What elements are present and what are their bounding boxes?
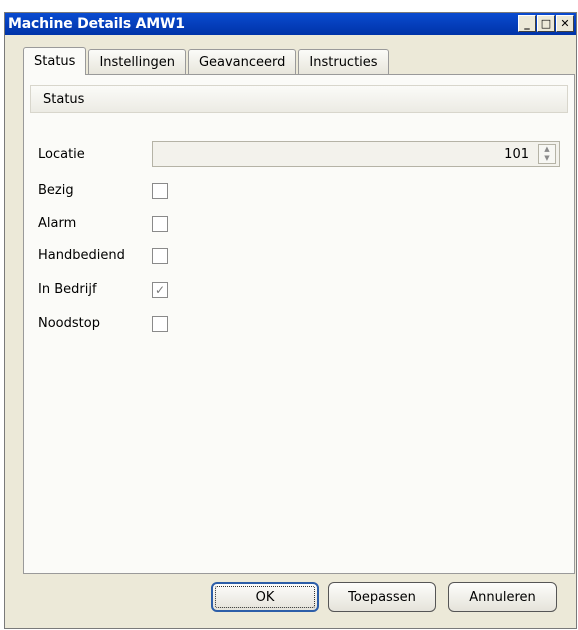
machine-details-window: Machine Details AMW1 _ □ ✕ Status Instel… [4, 12, 577, 629]
locatie-value: 101 [504, 146, 529, 162]
handbediend-checkbox[interactable] [152, 248, 168, 264]
title-bar[interactable]: Machine Details AMW1 _ □ ✕ [5, 13, 576, 35]
minimize-icon: _ [524, 17, 530, 30]
spin-up-icon[interactable]: ▲ [539, 145, 555, 154]
annuleren-button[interactable]: Annuleren [448, 582, 557, 612]
checkmark-icon: ✓ [154, 283, 166, 297]
maximize-icon: □ [540, 17, 552, 30]
locatie-label: Locatie [38, 147, 85, 162]
toepassen-button[interactable]: Toepassen [328, 582, 436, 612]
tab-instellingen[interactable]: Instellingen [88, 49, 186, 74]
noodstop-checkbox[interactable] [152, 316, 168, 332]
tab-geavanceerd[interactable]: Geavanceerd [187, 49, 297, 74]
minimize-button[interactable]: _ [518, 15, 536, 32]
alarm-label: Alarm [38, 216, 77, 231]
locatie-field[interactable]: 101 ▲ ▼ [152, 141, 560, 167]
in-bedrijf-checkbox[interactable]: ✓ [152, 282, 168, 298]
handbediend-label: Handbediend [38, 248, 125, 263]
close-button[interactable]: ✕ [556, 15, 574, 32]
locatie-spinner[interactable]: ▲ ▼ [538, 144, 556, 164]
window-title: Machine Details AMW1 [8, 16, 185, 32]
tab-strip: Status Instellingen Geavanceerd Instruct… [23, 47, 391, 75]
bezig-label: Bezig [38, 183, 74, 198]
tab-status[interactable]: Status [23, 47, 87, 75]
maximize-button[interactable]: □ [537, 15, 555, 32]
spin-down-icon[interactable]: ▼ [539, 154, 555, 163]
group-header-status: Status [30, 85, 568, 113]
noodstop-label: Noodstop [38, 316, 100, 331]
in-bedrijf-label: In Bedrijf [38, 282, 97, 297]
window-controls: _ □ ✕ [518, 15, 574, 32]
tab-instructies[interactable]: Instructies [298, 49, 389, 74]
close-icon: ✕ [560, 17, 570, 30]
ok-button[interactable]: OK [211, 582, 319, 612]
bezig-checkbox[interactable] [152, 183, 168, 199]
alarm-checkbox[interactable] [152, 216, 168, 232]
status-panel: Status Locatie 101 ▲ ▼ Bezig Alarm Handb… [23, 74, 575, 574]
